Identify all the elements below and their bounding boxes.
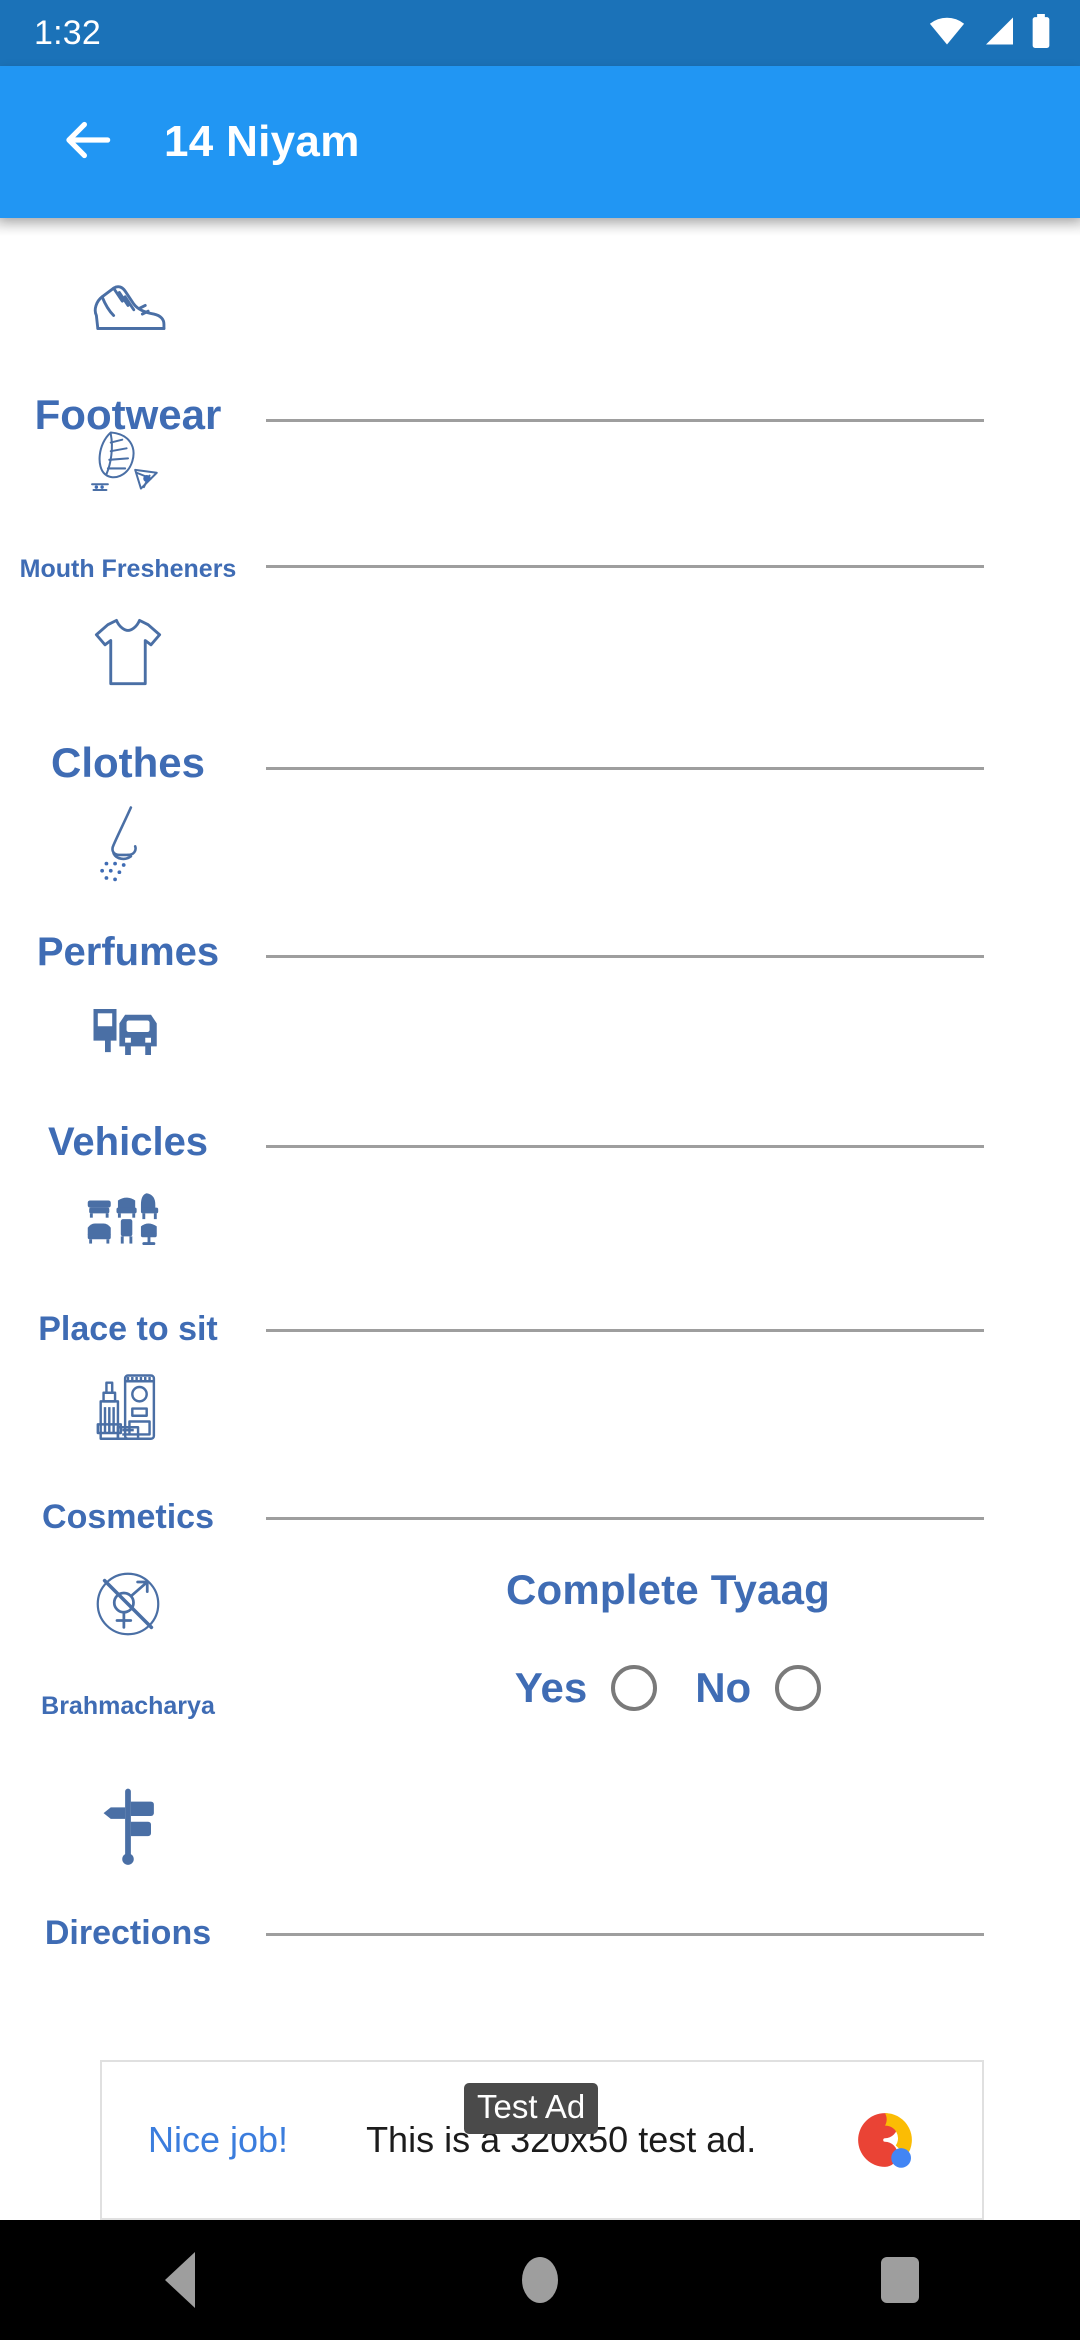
niyam-label: Cosmetics <box>42 1498 214 1536</box>
niyam-item-footwear[interactable]: Footwear <box>0 248 256 436</box>
list-item[interactable]: Clothes <box>0 596 1080 784</box>
arrow-left-icon <box>56 109 118 176</box>
row-divider <box>266 767 984 770</box>
niyam-label: Place to sit <box>38 1310 218 1348</box>
niyam-item-perfumes[interactable]: Perfumes <box>0 786 256 972</box>
yes-label: Yes <box>514 1664 588 1711</box>
complete-tyaag-title: Complete Tyaag <box>505 1566 831 1613</box>
admob-logo <box>842 2097 928 2183</box>
back-button[interactable] <box>32 87 142 197</box>
niyam-item-clothes[interactable]: Clothes <box>0 596 256 784</box>
niyam-label: Directions <box>44 1914 212 1952</box>
status-time: 1:32 <box>34 14 101 52</box>
niyam-item-brahmacharya[interactable]: Brahmacharya <box>0 1548 256 1719</box>
cosmetics-icon <box>82 1354 174 1466</box>
ad-test-label: Test Ad <box>464 2083 599 2134</box>
niyam-label: Vehicles <box>47 1120 209 1164</box>
row-divider <box>266 1517 984 1520</box>
signal-icon <box>981 16 1015 51</box>
nav-home-icon <box>522 2257 558 2303</box>
row-divider <box>266 1145 984 1148</box>
nav-recents-button[interactable] <box>810 2220 990 2340</box>
row-divider <box>266 565 984 568</box>
niyam-label: Perfumes <box>36 930 220 974</box>
celibacy-icon <box>84 1548 172 1660</box>
list-item[interactable]: Footwear <box>0 248 1080 436</box>
list-item[interactable]: Place to sit <box>0 1166 1080 1346</box>
niyam-item-mouth-fresheners[interactable]: Mouth Fresheners <box>0 411 256 582</box>
list-item[interactable]: Mouth Fresheners <box>0 411 1080 582</box>
no-label: No <box>695 1664 752 1711</box>
wifi-icon <box>928 16 966 51</box>
app-bar: 14 Niyam <box>0 66 1080 218</box>
phone-screen: 1:32 14 Niyam Footwear Mouth Fresheners … <box>0 0 1080 2340</box>
list-item[interactable]: Vehicles <box>0 976 1080 1162</box>
nav-back-button[interactable] <box>90 2220 270 2340</box>
niyam-item-place-to-sit[interactable]: Place to sit <box>0 1166 256 1346</box>
nav-home-button[interactable] <box>450 2220 630 2340</box>
page-title: 14 Niyam <box>164 117 360 166</box>
list-item[interactable]: Perfumes <box>0 786 1080 972</box>
seating-icon <box>82 1166 174 1278</box>
row-divider <box>266 1933 984 1936</box>
niyam-item-cosmetics[interactable]: Cosmetics <box>0 1354 256 1534</box>
no-radio-button[interactable] <box>775 1665 822 1711</box>
niyam-item-vehicles[interactable]: Vehicles <box>0 976 256 1162</box>
list-item[interactable]: Directions <box>0 1770 1080 1950</box>
niyam-label: Mouth Fresheners <box>19 555 237 583</box>
tyaag-options: Yes No <box>514 1664 822 1712</box>
leaf-icon <box>82 411 174 523</box>
shoe-icon <box>82 248 174 360</box>
niyam-item-directions[interactable]: Directions <box>0 1770 256 1950</box>
complete-tyaag-group: Complete Tyaag Yes No <box>256 1566 1080 1712</box>
nav-back-icon <box>165 2252 195 2308</box>
niyam-label: Clothes <box>50 739 205 786</box>
niyam-list: Footwear Mouth Fresheners Clothes Perfum… <box>0 218 1080 2090</box>
vehicle-icon <box>82 976 174 1088</box>
signpost-icon <box>82 1770 174 1882</box>
nose-icon <box>82 786 174 898</box>
appbar-shadow <box>0 218 1080 236</box>
niyam-label: Brahmacharya <box>41 1692 215 1720</box>
list-item[interactable]: Cosmetics <box>0 1354 1080 1534</box>
android-nav-bar <box>0 2220 1080 2340</box>
status-icon-group <box>928 13 1052 53</box>
row-divider <box>266 955 984 958</box>
status-bar: 1:32 <box>0 0 1080 66</box>
nav-recents-icon <box>881 2257 919 2303</box>
tshirt-icon <box>82 596 174 708</box>
battery-icon <box>1030 13 1052 53</box>
yes-radio-button[interactable] <box>611 1665 658 1711</box>
row-divider <box>266 1329 984 1332</box>
ad-cta-text: Nice job! <box>148 2119 289 2160</box>
